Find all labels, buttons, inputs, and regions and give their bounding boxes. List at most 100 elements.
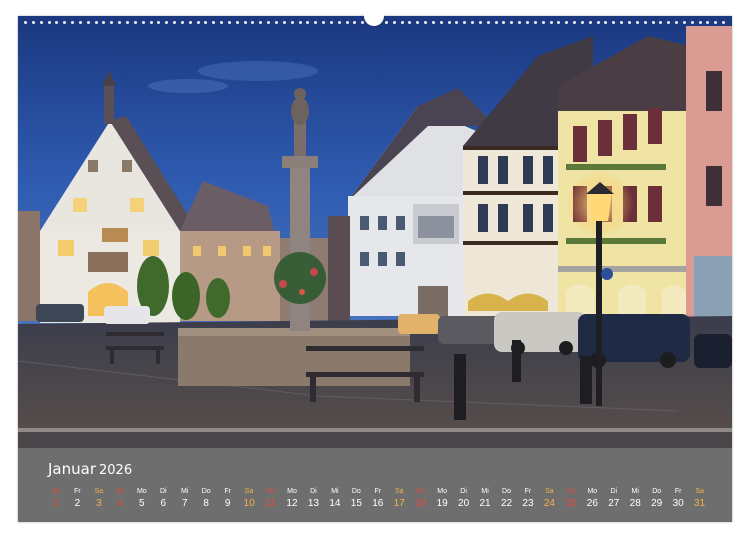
binding-dot bbox=[141, 20, 145, 24]
binding-dot bbox=[667, 20, 671, 24]
day-cell: Di 13 bbox=[303, 486, 323, 511]
day-number: 27 bbox=[608, 498, 620, 509]
binding-dot bbox=[251, 20, 255, 24]
binding-dot bbox=[612, 20, 616, 24]
day-number: 30 bbox=[672, 498, 684, 509]
day-number: 6 bbox=[160, 498, 167, 509]
binding-dot bbox=[298, 20, 302, 24]
calendar-strip: Januar 2026 Do 1 Fr 2 Sa 3 So 4 Mo 5 Di 6 Mi 7 Do 8 Fr 9 Sa… bbox=[18, 448, 732, 522]
day-cell: Di 20 bbox=[454, 486, 474, 511]
day-number: 12 bbox=[286, 498, 298, 509]
binding-dot bbox=[361, 20, 365, 24]
weekday-label: Mi bbox=[181, 488, 189, 495]
weekday-label: Sa bbox=[244, 488, 254, 495]
binding-dot bbox=[635, 20, 639, 24]
weekday-label: Mi bbox=[481, 488, 489, 495]
binding-dot bbox=[243, 20, 247, 24]
weekday-label: Mo bbox=[587, 488, 598, 495]
binding-dot bbox=[259, 20, 263, 24]
day-number: 26 bbox=[586, 498, 598, 509]
binding-dot bbox=[94, 20, 98, 24]
day-number: 25 bbox=[565, 498, 577, 509]
weekday-label: Mo bbox=[136, 488, 147, 495]
binding-dot bbox=[86, 20, 90, 24]
binding-dot bbox=[71, 20, 75, 24]
weekday-label: Mi bbox=[631, 488, 639, 495]
weekday-label: So bbox=[116, 488, 125, 495]
weekday-label: Di bbox=[460, 488, 467, 495]
binding-dot bbox=[180, 20, 184, 24]
binding-dot bbox=[573, 20, 577, 24]
binding-dot bbox=[518, 20, 522, 24]
binding-dot bbox=[275, 20, 278, 24]
day-number: 21 bbox=[479, 498, 491, 509]
weekday-label: Do bbox=[351, 488, 361, 495]
weekday-label: Fr bbox=[524, 488, 532, 495]
day-cell: Mi 28 bbox=[625, 486, 645, 511]
weekday-label: Mo bbox=[287, 488, 297, 495]
day-number: 2 bbox=[74, 498, 81, 509]
day-number: 5 bbox=[139, 498, 145, 509]
binding-dot bbox=[643, 20, 647, 24]
town-square-illustration bbox=[18, 16, 732, 448]
weekday-label: Sa bbox=[545, 488, 554, 495]
day-cell: Mi 14 bbox=[325, 486, 345, 511]
binding-dot bbox=[580, 20, 584, 24]
day-cell: Mi 21 bbox=[475, 486, 495, 511]
weekday-label: So bbox=[266, 488, 275, 495]
binding-dot bbox=[557, 20, 561, 24]
weekday-label: Do bbox=[652, 488, 662, 495]
binding-dot bbox=[322, 20, 326, 24]
binding-dot bbox=[675, 20, 679, 24]
day-number: 17 bbox=[393, 498, 405, 509]
weekday-label: Do bbox=[51, 488, 61, 495]
binding-dot bbox=[384, 20, 388, 24]
day-cell: Mo 5 bbox=[132, 486, 152, 511]
day-cell: Sa 3 bbox=[89, 486, 109, 511]
binding-dot bbox=[133, 20, 137, 24]
day-number: 3 bbox=[96, 498, 102, 509]
weekday-label: Sa bbox=[695, 488, 704, 495]
binding-dot bbox=[533, 20, 537, 24]
weekday-label: Do bbox=[201, 488, 211, 495]
day-cell: Do 22 bbox=[497, 486, 517, 511]
binding-dot bbox=[690, 20, 694, 24]
day-number: 7 bbox=[181, 498, 188, 509]
month-name: Januar bbox=[48, 460, 96, 478]
binding-dot bbox=[549, 20, 553, 24]
binding-dot bbox=[698, 20, 702, 24]
weekday-label: Sa bbox=[94, 488, 104, 495]
binding-dot bbox=[188, 20, 192, 24]
binding-dot bbox=[400, 20, 404, 24]
day-number: 18 bbox=[415, 498, 427, 509]
day-cell: Do 8 bbox=[196, 486, 216, 511]
binding-dot bbox=[431, 20, 435, 24]
binding-dot bbox=[267, 20, 271, 24]
day-cell: Sa 17 bbox=[389, 486, 409, 511]
binding-dot bbox=[392, 20, 396, 24]
weekday-label: Mi bbox=[331, 488, 339, 495]
binding-dot bbox=[125, 20, 129, 24]
binding-dot bbox=[478, 20, 482, 24]
binding-dot bbox=[541, 20, 545, 24]
binding-dot bbox=[329, 20, 333, 24]
day-number: 23 bbox=[522, 498, 534, 509]
day-number: 24 bbox=[543, 498, 555, 509]
binding-dot bbox=[416, 20, 420, 24]
day-cell: Fr 2 bbox=[67, 486, 87, 511]
calendar-page: Januar 2026 Do 1 Fr 2 Sa 3 So 4 Mo 5 Di 6 Mi 7 Do 8 Fr 9 Sa… bbox=[18, 12, 732, 522]
day-number: 20 bbox=[458, 498, 470, 509]
binding-dot bbox=[282, 20, 286, 24]
weekday-label: Di bbox=[159, 488, 167, 495]
day-number: 10 bbox=[243, 498, 255, 509]
day-number: 4 bbox=[117, 498, 124, 509]
day-cell: Sa 24 bbox=[539, 486, 559, 511]
binding-dot bbox=[424, 20, 428, 24]
binding-dot bbox=[706, 20, 710, 24]
binding-dot bbox=[78, 20, 82, 24]
binding-dot bbox=[220, 20, 224, 24]
binding-dot bbox=[565, 20, 569, 24]
binding-dot bbox=[47, 20, 51, 24]
day-number: 13 bbox=[307, 498, 319, 509]
binding-dot bbox=[455, 20, 459, 24]
